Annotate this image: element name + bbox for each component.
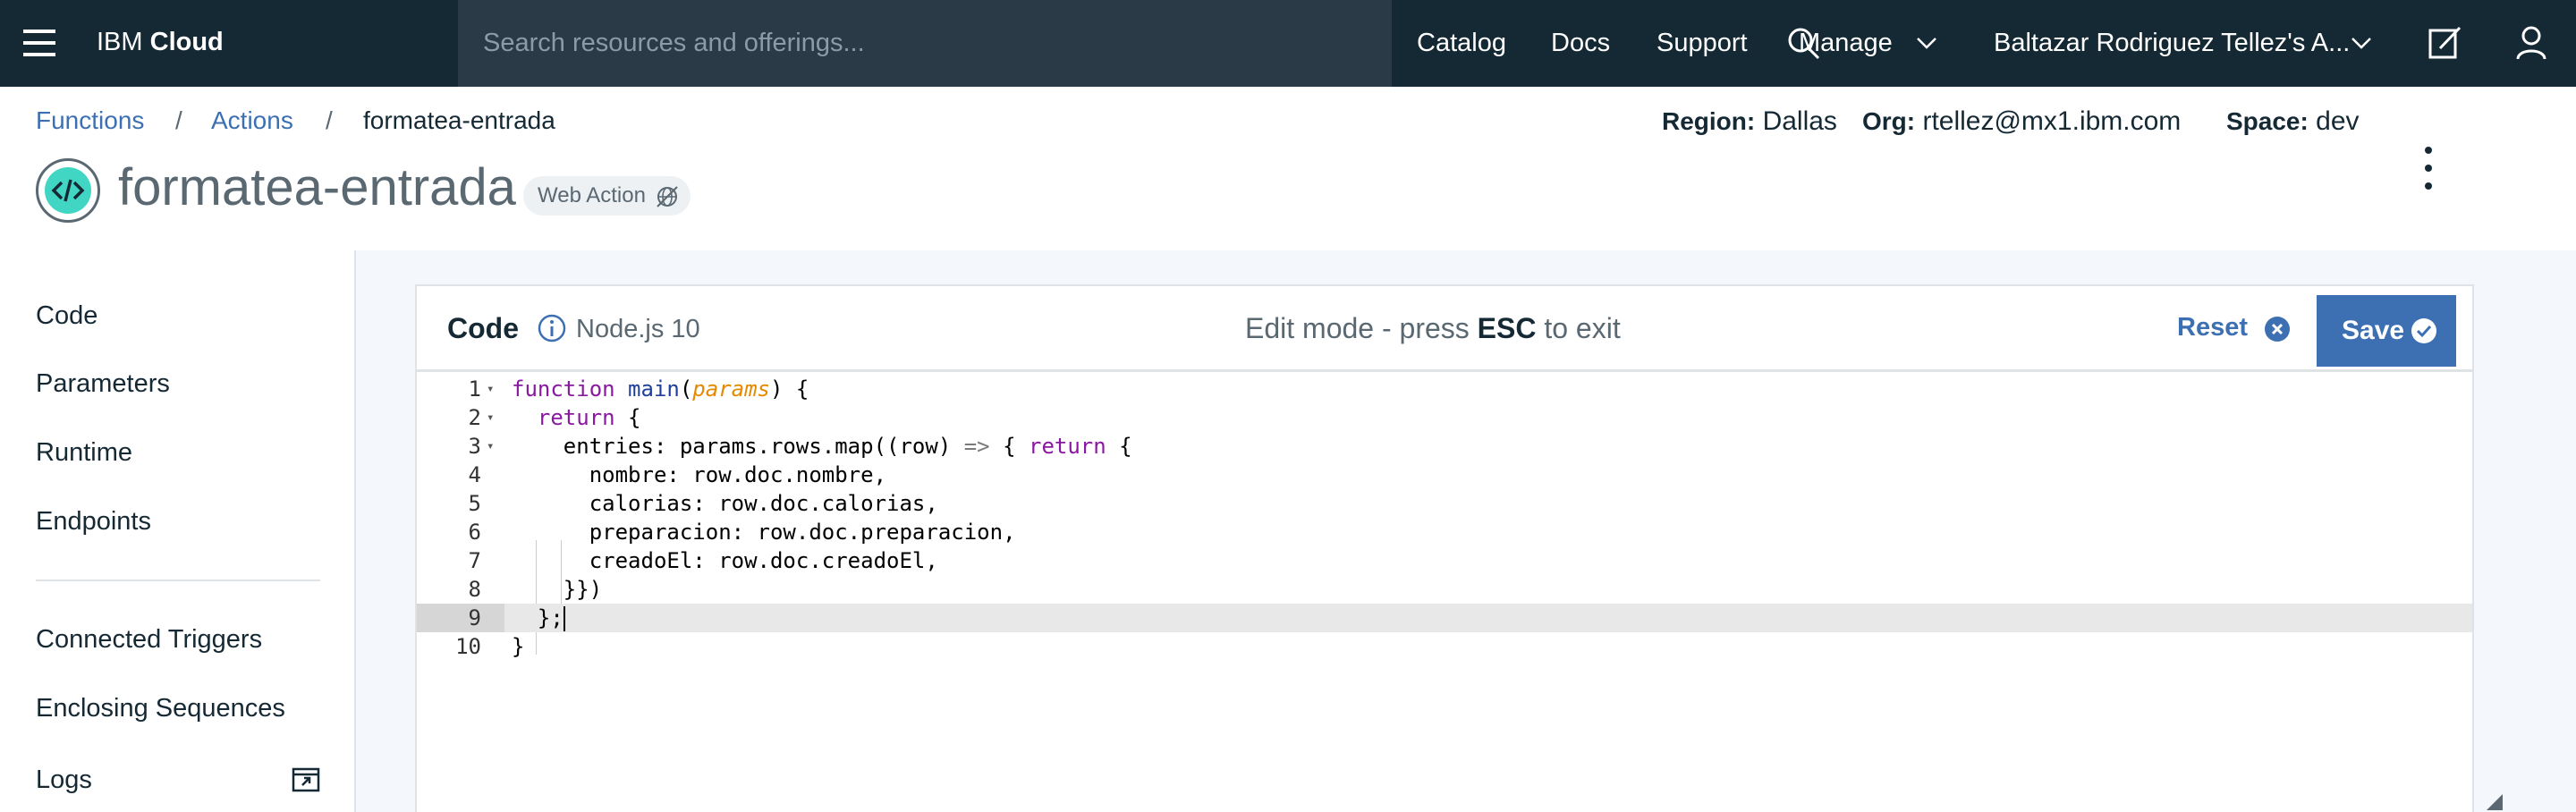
code-line[interactable]: 7 creadoEl: row.doc.creadoEl, (417, 546, 2472, 575)
code-line[interactable]: 8 }}) (417, 575, 2472, 604)
code-panel-header: Code Node.js 10 Edit mode - press ESC to… (417, 286, 2472, 372)
code-line[interactable]: 2 ▾ return { (417, 403, 2472, 432)
resize-handle[interactable] (2487, 794, 2503, 810)
line-number: 8 (468, 577, 481, 602)
runtime-label: Node.js 10 (576, 315, 700, 343)
code-editor[interactable]: 1 ▾ function main(params) { 2 ▾ return {… (417, 375, 2472, 812)
line-number: 7 (468, 548, 481, 573)
text-cursor (563, 606, 565, 631)
chevron-down-icon[interactable] (2349, 30, 2374, 55)
breadcrumb-separator: / (326, 106, 333, 134)
line-number: 1 (468, 376, 481, 402)
code-text: nombre: row.doc.nombre, (512, 462, 887, 487)
breadcrumb-separator: / (175, 106, 182, 134)
code-panel-title: Code (447, 312, 519, 344)
breadcrumb-current: formatea-entrada (363, 106, 555, 134)
web-action-icon (657, 186, 678, 207)
reset-button[interactable]: Reset (2177, 309, 2248, 345)
kebab-menu-icon[interactable] (2415, 143, 2442, 193)
fold-arrow-icon[interactable]: ▾ (487, 375, 494, 403)
code-text: }; (512, 605, 565, 631)
fold-arrow-icon[interactable]: ▾ (487, 432, 494, 461)
nav-catalog-link[interactable]: Catalog (1417, 25, 1506, 61)
sidebar-item-endpoints[interactable]: Endpoints (36, 503, 151, 539)
code-text: preparacion: row.doc.preparacion, (512, 520, 1016, 545)
code-line[interactable]: 5 calorias: row.doc.calorias, (417, 489, 2472, 518)
line-number: 9 (468, 605, 481, 630)
line-number: 6 (468, 520, 481, 545)
line-number: 5 (468, 491, 481, 516)
code-line-active[interactable]: 9 }; (417, 604, 2472, 632)
org-info: Org: rtellez@mx1.ibm.com (1862, 106, 2182, 136)
sidebar-item-connected-triggers[interactable]: Connected Triggers (36, 622, 262, 657)
line-number: 2 (468, 405, 481, 430)
action-avatar (36, 158, 100, 223)
edit-mode-hint: Edit mode - press ESC to exit (1245, 312, 1621, 344)
code-text: }}) (512, 577, 603, 602)
page-title: formatea-entrada (118, 158, 516, 216)
nav-docs-link[interactable]: Docs (1551, 25, 1610, 61)
code-text: } (512, 634, 525, 659)
user-icon[interactable] (2512, 23, 2551, 63)
brand-logo[interactable]: IBM Cloud (97, 26, 224, 58)
menu-icon[interactable] (23, 27, 55, 59)
sidebar-item-enclosing-sequences[interactable]: Enclosing Sequences (36, 690, 285, 726)
sidebar-item-runtime[interactable]: Runtime (36, 435, 132, 470)
search-input[interactable] (483, 23, 1288, 63)
save-button-label: Save (2342, 316, 2405, 345)
account-switcher[interactable]: Baltazar Rodriguez Tellez's A... (1994, 25, 2350, 61)
space-info: Space: dev (2226, 106, 2360, 136)
breadcrumb-actions[interactable]: Actions (211, 105, 293, 137)
edit-icon[interactable] (2426, 23, 2465, 63)
save-button[interactable]: Save (2317, 295, 2456, 367)
line-number: 4 (468, 462, 481, 487)
launch-icon[interactable] (292, 767, 320, 792)
sidebar-item-code[interactable]: Code (36, 298, 97, 334)
breadcrumb-functions[interactable]: Functions (36, 105, 144, 137)
region-info: Region: Dallas (1662, 106, 1837, 136)
line-number: 10 (455, 634, 481, 659)
code-line[interactable]: 1 ▾ function main(params) { (417, 375, 2472, 403)
code-icon (51, 179, 85, 202)
top-nav-bar: IBM Cloud Catalog Docs Support Manage Ba… (0, 0, 2576, 87)
code-text: return { (537, 405, 641, 430)
line-number: 3 (468, 434, 481, 459)
nav-support-link[interactable]: Support (1657, 25, 1748, 61)
code-panel: Code Node.js 10 Edit mode - press ESC to… (415, 284, 2474, 812)
code-text: entries: params.rows.map((row) => { retu… (512, 434, 1132, 459)
code-text: creadoEl: row.doc.creadoEl, (512, 548, 938, 573)
chevron-down-icon[interactable] (1914, 30, 1939, 55)
search-bar (458, 0, 1820, 87)
checkmark-circle-icon (2411, 318, 2436, 343)
code-line[interactable]: 6 preparacion: row.doc.preparacion, (417, 518, 2472, 546)
sidebar-item-parameters[interactable]: Parameters (36, 366, 170, 402)
code-line[interactable]: 3 ▾ entries: params.rows.map((row) => { … (417, 432, 2472, 461)
fold-arrow-icon[interactable]: ▾ (487, 403, 494, 432)
sidebar-item-logs[interactable]: Logs (36, 762, 92, 798)
info-icon[interactable] (537, 313, 567, 343)
nav-manage-menu[interactable]: Manage (1799, 25, 1893, 61)
code-text: function main(params) { (512, 376, 809, 402)
code-line[interactable]: 4 nombre: row.doc.nombre, (417, 461, 2472, 489)
code-text: calorias: row.doc.calorias, (512, 491, 938, 516)
code-line[interactable]: 10 } (417, 632, 2472, 661)
web-action-badge: Web Action (523, 176, 691, 216)
close-circle-icon[interactable] (2263, 315, 2292, 343)
sidebar-divider (36, 579, 320, 581)
